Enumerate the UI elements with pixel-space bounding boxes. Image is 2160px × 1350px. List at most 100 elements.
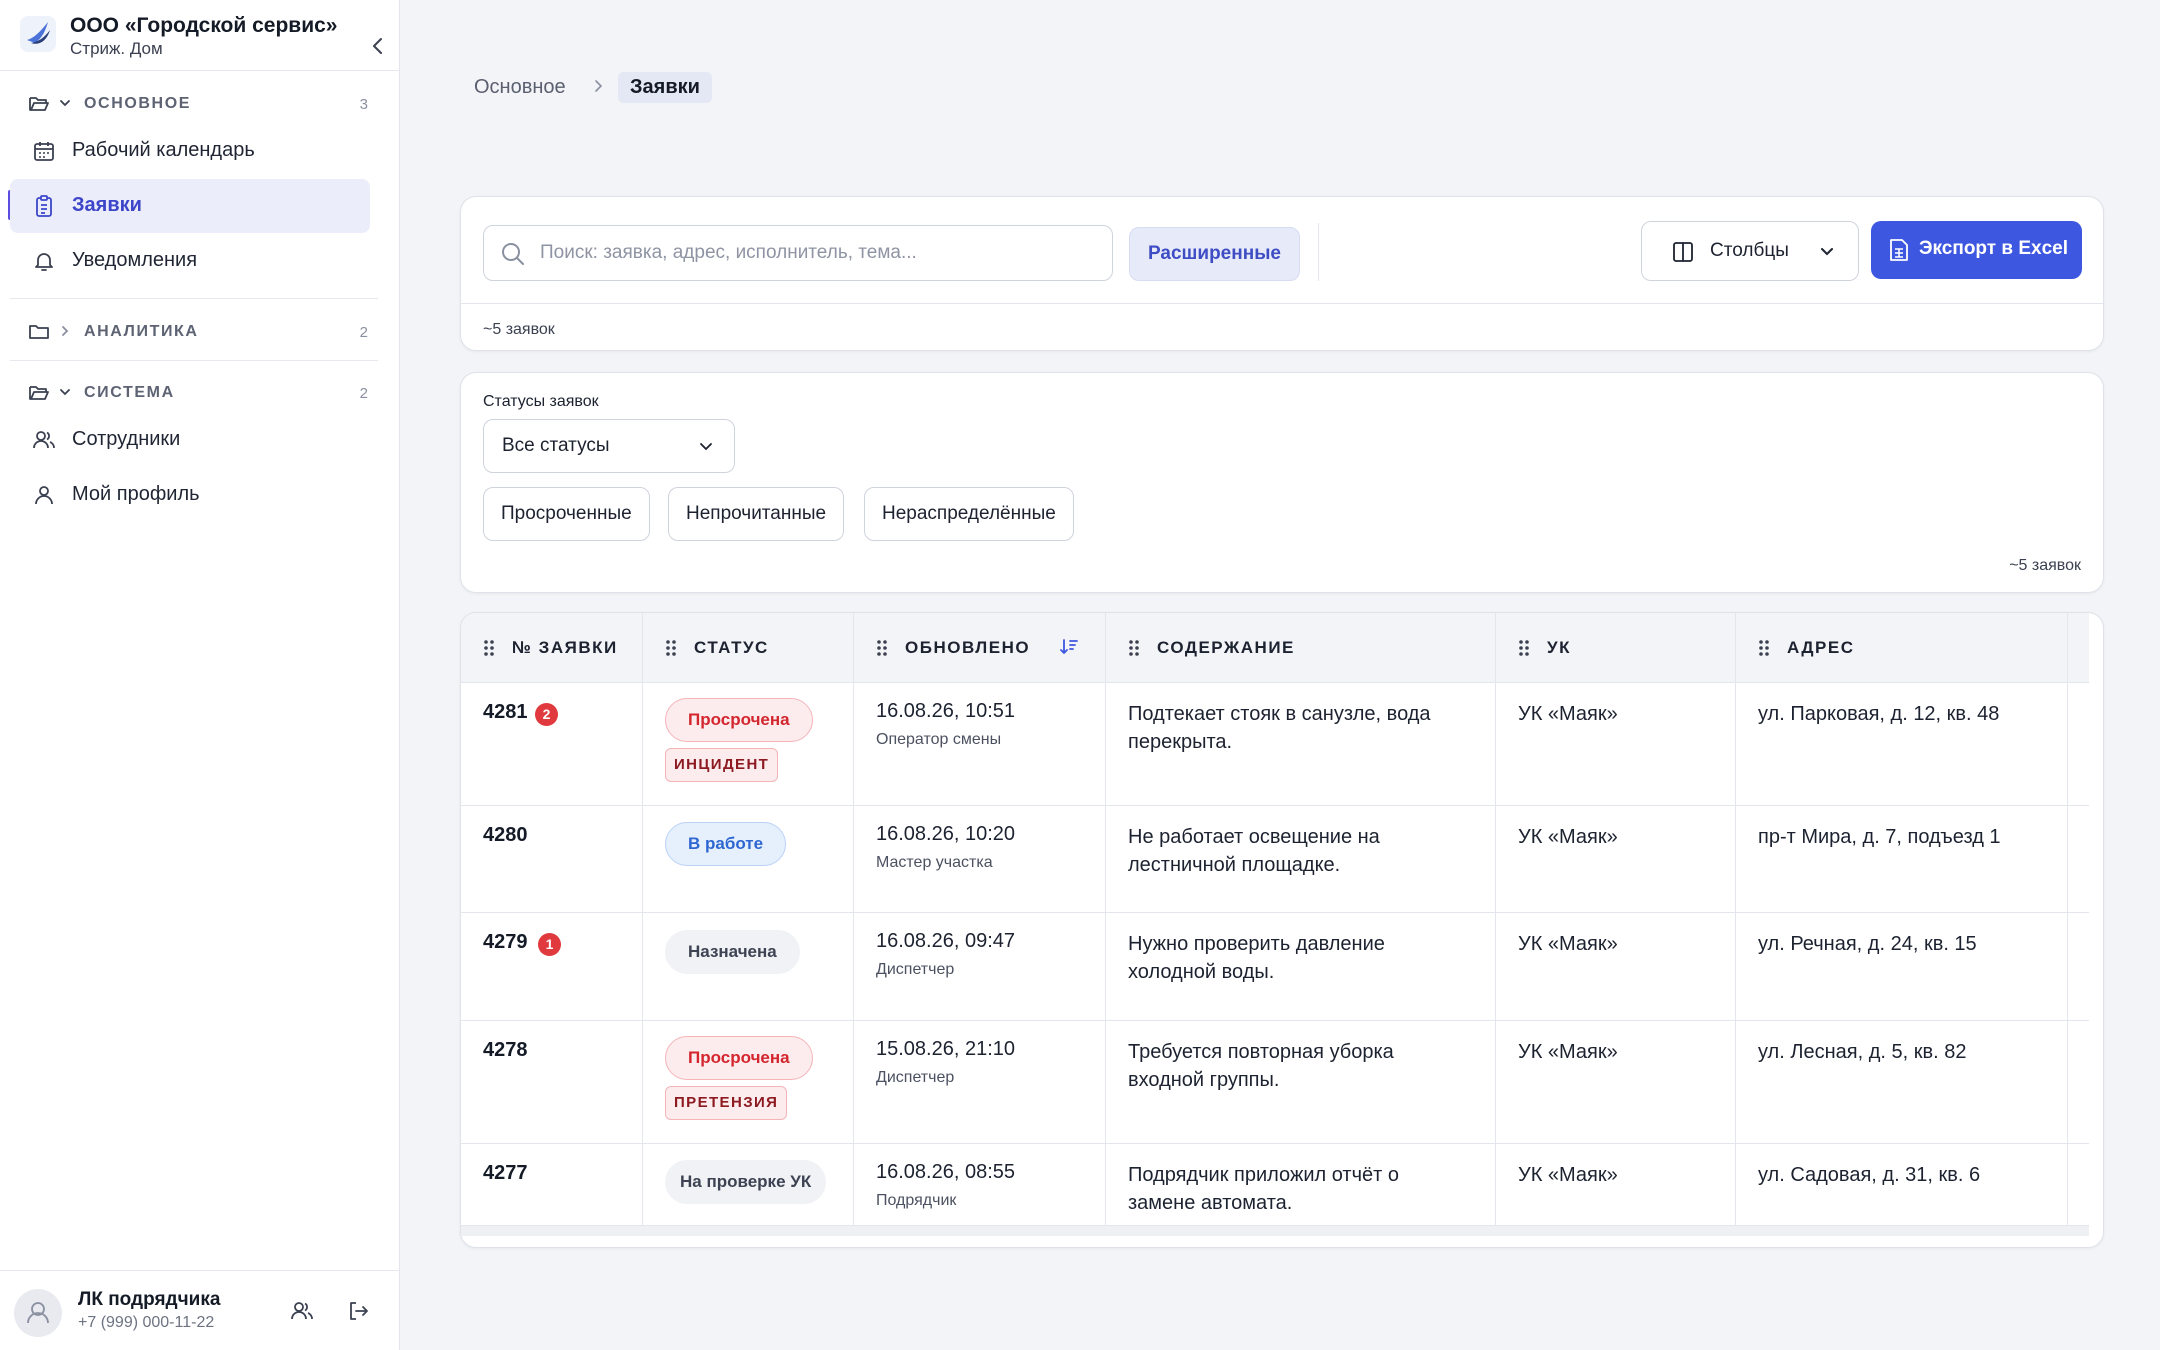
request-content: Нужно проверить давление холодной воды. <box>1128 933 1385 983</box>
uk-name: УК «Маяк» <box>1518 826 1618 848</box>
divider <box>10 360 378 361</box>
drag-handle-icon[interactable] <box>1128 639 1140 657</box>
drag-handle-icon[interactable] <box>1758 639 1770 657</box>
export-label: Экспорт в Excel <box>1919 238 2068 259</box>
nav-group-count: 3 <box>359 96 368 113</box>
clipboard-icon <box>36 195 52 217</box>
updated-date: 16.08.26, 09:47 <box>876 930 1016 952</box>
sidebar: ООО «Городской сервис» Стриж. Дом ОСНОВН… <box>0 0 400 1350</box>
folder-open-icon <box>29 97 49 111</box>
nav-group-label: АНАЛИТИКА <box>84 323 199 340</box>
nav-group-label: СИСТЕМА <box>84 384 175 401</box>
user-footer: ЛК подрядчика +7 (999) 000-11-22 <box>0 1270 400 1350</box>
search-field[interactable] <box>483 225 1113 281</box>
updated-by: Подрядчик <box>876 1192 957 1209</box>
filter-chip-unread[interactable]: Непрочитанные <box>668 487 845 541</box>
collapse-sidebar-icon[interactable] <box>364 32 392 60</box>
org-header: ООО «Городской сервис» Стриж. Дом <box>20 12 382 68</box>
folder-open-icon <box>29 386 49 400</box>
horizontal-scrollbar[interactable] <box>461 1226 2089 1236</box>
cell-updated: 16.08.26, 10:20 Мастер участка <box>854 806 1106 912</box>
table-row[interactable]: 4280 В работе 16.08.26, 10:20 Мастер уча… <box>461 806 2089 913</box>
sidebar-item-notifications[interactable]: Уведомления <box>10 234 370 288</box>
breadcrumb-current: Заявки <box>618 72 712 103</box>
column-header-number[interactable]: № ЗАЯВКИ <box>461 613 643 683</box>
avatar[interactable] <box>14 1289 62 1337</box>
search-panel: Расширенные Столбцы Экспорт в Excel ~5 з… <box>460 196 2104 351</box>
columns-icon <box>1673 242 1693 262</box>
cell-content: Подтекает стояк в санузле, вода перекрыт… <box>1106 683 1496 805</box>
updated-date: 16.08.26, 08:55 <box>876 1161 1016 1183</box>
request-number[interactable]: 4277 <box>483 1162 528 1185</box>
updated-date: 15.08.26, 21:10 <box>876 1038 1016 1060</box>
cell-uk: УК «Маяк» <box>1496 806 1736 912</box>
users-icon <box>33 431 55 449</box>
cell-number: 4277 <box>461 1144 643 1225</box>
category-tag: ПРЕТЕНЗИЯ <box>665 1086 788 1120</box>
sidebar-item-employees[interactable]: Сотрудники <box>10 413 370 467</box>
column-header-updated[interactable]: ОБНОВЛЕНО <box>854 613 1106 683</box>
drag-handle-icon[interactable] <box>1518 639 1530 657</box>
column-header-content[interactable]: СОДЕРЖАНИЕ <box>1106 613 1496 683</box>
status-select[interactable]: Все статусы <box>483 419 735 473</box>
column-header-uk[interactable]: УК <box>1496 613 1736 683</box>
sort-descending-icon[interactable] <box>1059 637 1079 657</box>
nav-group-analytics[interactable]: АНАЛИТИКА 2 <box>28 316 368 348</box>
divider <box>10 298 378 299</box>
column-header-address[interactable]: АДРЕС <box>1736 613 2068 683</box>
search-input[interactable] <box>540 238 1100 268</box>
updated-by: Диспетчер <box>876 961 955 978</box>
column-header-label: СОДЕРЖАНИЕ <box>1157 638 1295 657</box>
cell-uk: УК «Маяк» <box>1496 1144 1736 1225</box>
user-icon <box>35 486 53 505</box>
address: ул. Парковая, д. 12, кв. 48 <box>1758 703 2000 725</box>
cell-address: ул. Парковая, д. 12, кв. 48 <box>1736 683 2068 805</box>
request-number[interactable]: 4280 <box>483 824 528 847</box>
drag-handle-icon[interactable] <box>483 639 495 657</box>
sidebar-item-label: Мой профиль <box>72 483 200 505</box>
cell-uk: УК «Маяк» <box>1496 1021 1736 1143</box>
advanced-search-button[interactable]: Расширенные <box>1129 227 1300 281</box>
cell-status: Просрочена ИНЦИДЕНТ <box>643 683 854 805</box>
column-header-status[interactable]: СТАТУС <box>643 613 854 683</box>
cell-number: 4281 2 <box>461 683 643 805</box>
user-phone: +7 (999) 000-11-22 <box>78 1314 215 1331</box>
columns-button[interactable]: Столбцы <box>1641 221 1859 281</box>
sidebar-item-profile[interactable]: Мой профиль <box>10 468 370 522</box>
switch-account-icon[interactable] <box>290 1299 314 1323</box>
drag-handle-icon[interactable] <box>876 639 888 657</box>
sidebar-item-calendar[interactable]: Рабочий календарь <box>10 124 370 178</box>
sidebar-item-label: Рабочий календарь <box>72 139 255 161</box>
table-row[interactable]: 4277 На проверке УК 16.08.26, 08:55 Подр… <box>461 1144 2089 1226</box>
cell-number: 4280 <box>461 806 643 912</box>
column-header-label: АДРЕС <box>1787 638 1855 657</box>
table-row[interactable]: 4281 2 Просрочена ИНЦИДЕНТ 16.08.26, 10:… <box>461 683 2089 806</box>
uk-name: УК «Маяк» <box>1518 1041 1618 1063</box>
request-number[interactable]: 4281 <box>483 701 528 724</box>
address: ул. Лесная, д. 5, кв. 82 <box>1758 1041 1967 1063</box>
updated-by: Мастер участка <box>876 854 993 871</box>
cell-status: На проверке УК <box>643 1144 854 1225</box>
updated-date: 16.08.26, 10:51 <box>876 700 1016 722</box>
cell-address: ул. Садовая, д. 31, кв. 6 <box>1736 1144 2068 1225</box>
chevron-down-icon <box>1821 248 1833 256</box>
export-excel-button[interactable]: Экспорт в Excel <box>1871 221 2082 279</box>
filter-chip-overdue[interactable]: Просроченные <box>483 487 650 541</box>
nav-group-main[interactable]: ОСНОВНОЕ 3 <box>28 88 368 120</box>
drag-handle-icon[interactable] <box>665 639 677 657</box>
table-row[interactable]: 4278 Просрочена ПРЕТЕНЗИЯ 15.08.26, 21:1… <box>461 1021 2089 1144</box>
sidebar-item-requests[interactable]: Заявки <box>10 179 370 233</box>
user-icon <box>27 1302 49 1324</box>
filter-chip-unassigned[interactable]: Нераспределённые <box>864 487 1074 541</box>
table-row[interactable]: 4279 1 Назначена 16.08.26, 09:47 Диспетч… <box>461 913 2089 1021</box>
filter-panel: Статусы заявок Все статусы Просроченные … <box>460 372 2104 593</box>
status-filter-label: Статусы заявок <box>483 393 599 410</box>
nav-group-system[interactable]: СИСТЕМА 2 <box>28 377 368 409</box>
request-number[interactable]: 4279 <box>483 931 528 954</box>
breadcrumb-parent[interactable]: Основное <box>474 76 566 99</box>
logout-icon[interactable] <box>346 1299 370 1323</box>
request-number[interactable]: 4278 <box>483 1039 528 1062</box>
address: ул. Садовая, д. 31, кв. 6 <box>1758 1164 1981 1186</box>
cell-content: Подрядчик приложил отчёт о замене автома… <box>1106 1144 1496 1225</box>
request-content: Требуется повторная уборка входной групп… <box>1128 1041 1394 1091</box>
